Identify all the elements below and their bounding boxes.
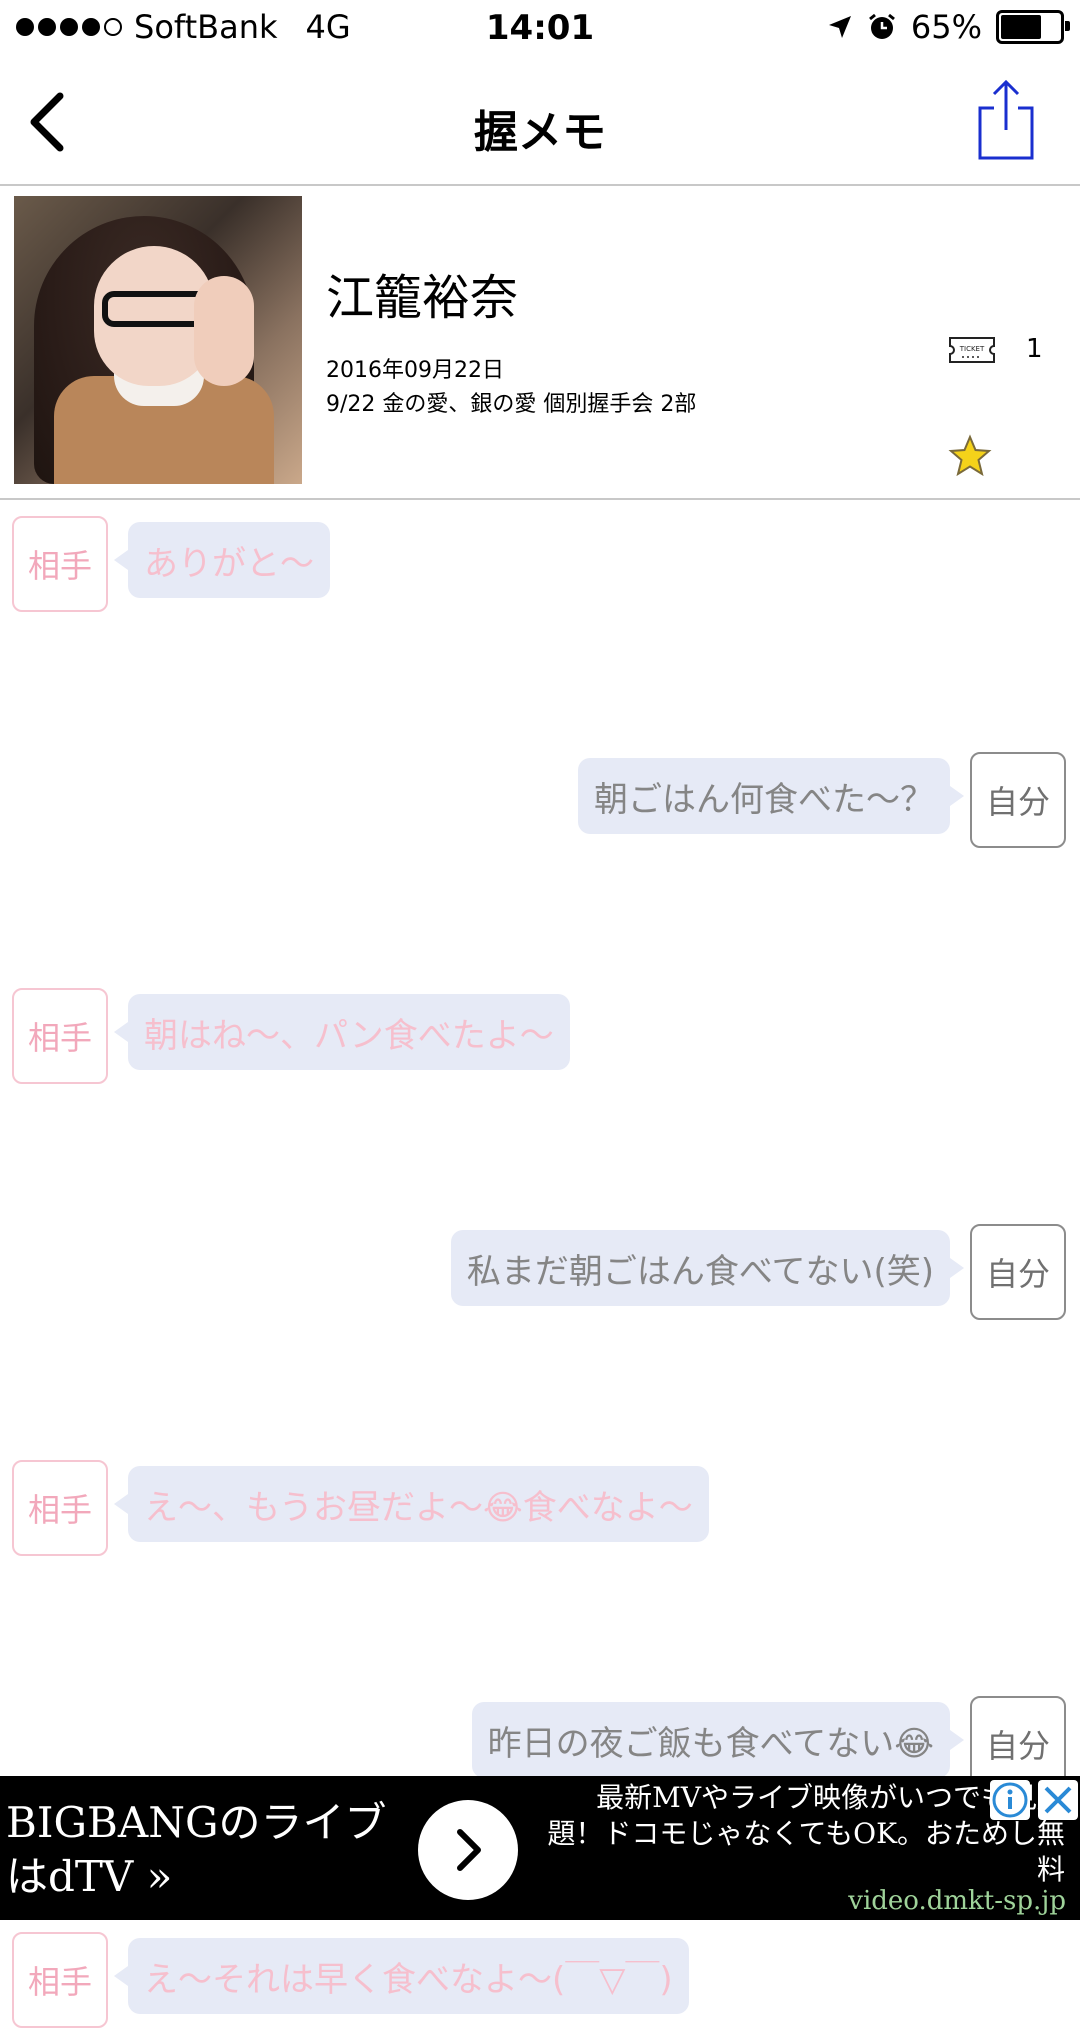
chat-row: 相手 ありがと〜 bbox=[0, 516, 1080, 616]
chat-row: 自分 朝ごはん何食べた〜？ bbox=[0, 752, 1080, 852]
ad-banner[interactable]: BIGBANGのライブはdTV » 最新MVやライブ映像がいつでも見放題！ドコモ… bbox=[0, 1776, 1080, 1920]
chat-row: 相手 え〜それは早く食べなよ〜(￣▽￣) bbox=[0, 1932, 1080, 2032]
ad-go-button[interactable] bbox=[418, 1800, 518, 1900]
ad-info-button[interactable] bbox=[990, 1780, 1030, 1820]
share-icon bbox=[978, 79, 1034, 160]
ticket-count: 1 bbox=[1026, 334, 1043, 364]
battery-icon bbox=[996, 10, 1070, 44]
chat-log: 相手 ありがと〜 自分 朝ごはん何食べた〜？ 相手 朝はね〜、パン食べたよ〜 自分 私まだ朝ご… bbox=[0, 500, 1080, 2028]
ad-domain[interactable]: video.dmkt-sp.jp bbox=[848, 1886, 1066, 1916]
status-bar: SoftBank 4G 14:01 65% bbox=[0, 0, 1080, 60]
navigation-bar: 握メモ bbox=[0, 60, 1080, 186]
partner-tag: 相手 bbox=[12, 1932, 108, 2028]
event-name: 9/22 金の愛、銀の愛 個別握手会 2部 bbox=[326, 392, 697, 417]
chat-row: 相手 え〜、もうお昼だよ〜😂食べなよ〜 bbox=[0, 1460, 1080, 1560]
member-name: 江籠裕奈 bbox=[326, 270, 519, 326]
ad-close-button[interactable] bbox=[1038, 1780, 1078, 1820]
partner-message-bubble[interactable]: ありがと〜 bbox=[114, 522, 330, 598]
star-icon[interactable] bbox=[948, 434, 992, 478]
status-right: 65% bbox=[827, 8, 1070, 46]
partner-message-bubble[interactable]: え〜それは早く食べなよ〜(￣▽￣) bbox=[114, 1938, 689, 2014]
page-title: 握メモ bbox=[474, 107, 606, 158]
battery-percent: 65% bbox=[910, 8, 982, 46]
ad-description[interactable]: 最新MVやライブ映像がいつでも見放題！ドコモじゃなくてもOK。おためし無料 bbox=[545, 1780, 1065, 1888]
chevron-right-icon bbox=[457, 1829, 481, 1871]
alarm-clock-icon bbox=[868, 13, 895, 39]
location-arrow-icon bbox=[828, 16, 851, 38]
partner-tag: 相手 bbox=[12, 516, 108, 612]
self-tag: 自分 bbox=[970, 752, 1066, 848]
self-tag: 自分 bbox=[970, 1224, 1066, 1320]
ad-headline[interactable]: BIGBANGのライブはdTV » bbox=[6, 1796, 426, 1904]
partner-tag: 相手 bbox=[12, 1460, 108, 1556]
partner-tag: 相手 bbox=[12, 988, 108, 1084]
self-message-bubble[interactable]: 朝ごはん何食べた〜？ bbox=[578, 758, 964, 834]
event-date: 2016年09月22日 bbox=[326, 358, 504, 383]
profile-photo bbox=[14, 196, 302, 484]
self-message-bubble[interactable]: 昨日の夜ご飯も食べてない😂 bbox=[471, 1702, 965, 1778]
partner-message-bubble[interactable]: え〜、もうお昼だよ〜😂食べなよ〜 bbox=[114, 1466, 709, 1542]
chat-row: 自分 私まだ朝ごはん食べてない(笑) bbox=[0, 1224, 1080, 1324]
chat-row: 相手 朝はね〜、パン食べたよ〜 bbox=[0, 988, 1080, 1088]
partner-message-bubble[interactable]: 朝はね〜、パン食べたよ〜 bbox=[114, 994, 570, 1070]
profile-header: 江籠裕奈 2016年09月22日 9/22 金の愛、銀の愛 個別握手会 2部 T… bbox=[0, 186, 1080, 500]
self-message-bubble[interactable]: 私まだ朝ごはん食べてない(笑) bbox=[450, 1230, 965, 1306]
svg-text:TICKET: TICKET bbox=[959, 345, 985, 353]
ticket-icon: TICKET bbox=[949, 337, 995, 363]
close-icon bbox=[1044, 1786, 1072, 1814]
info-icon bbox=[992, 1782, 1028, 1818]
share-button[interactable] bbox=[974, 78, 1038, 162]
